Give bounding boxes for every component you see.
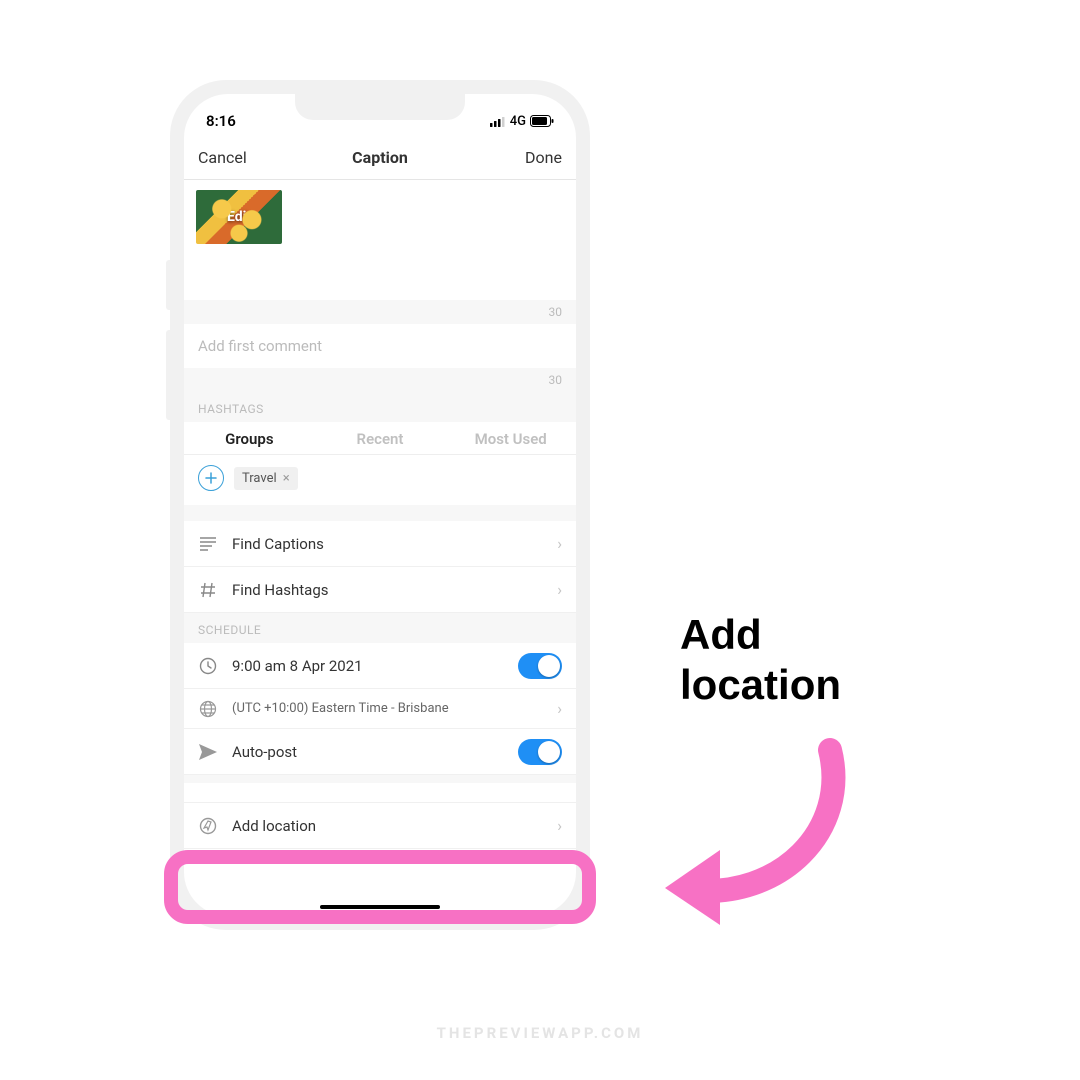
tab-most-used[interactable]: Most Used (445, 430, 576, 448)
chevron-right-icon: › (557, 580, 562, 599)
chip-label: Travel (242, 471, 277, 486)
caption-counter: 30 (184, 300, 576, 324)
find-hashtags-label: Find Hashtags (232, 581, 543, 599)
edit-overlay: Edit (196, 190, 282, 244)
status-right: 4G (490, 114, 554, 129)
cancel-button[interactable]: Cancel (198, 148, 268, 167)
phone-frame: 8:16 4G Cancel Caption Done Edit 30 Add … (170, 80, 590, 930)
timezone-label: (UTC +10:00) Eastern Time - Brisbane (232, 701, 543, 716)
arrow-icon (650, 730, 870, 940)
list-icon (198, 537, 218, 551)
location-icon (198, 817, 218, 835)
schedule-time-label: 9:00 am 8 Apr 2021 (232, 657, 504, 675)
comment-counter: 30 (184, 368, 576, 392)
globe-icon (198, 700, 218, 718)
callout-line2: location (680, 660, 841, 710)
network-label: 4G (510, 114, 526, 129)
nav-bar: Cancel Caption Done (184, 136, 576, 180)
page-title: Caption (352, 148, 408, 167)
add-location-label: Add location (232, 817, 543, 835)
spacer (184, 505, 576, 521)
add-hashtag-button[interactable] (198, 465, 224, 491)
callout-text: Add location (680, 610, 841, 711)
find-captions-row[interactable]: Find Captions › (184, 521, 576, 567)
chevron-right-icon: › (557, 816, 562, 835)
hashtag-tabs: Groups Recent Most Used (184, 422, 576, 455)
timezone-row[interactable]: (UTC +10:00) Eastern Time - Brisbane › (184, 689, 576, 729)
send-icon (198, 744, 218, 760)
phone-notch (295, 94, 465, 120)
signal-icon (490, 116, 506, 127)
chip-remove-icon[interactable]: × (283, 471, 290, 486)
chevron-right-icon: › (557, 699, 562, 718)
autopost-toggle[interactable] (518, 739, 562, 765)
hidden-row (184, 783, 576, 803)
watermark: THEPREVIEWAPP.COM (0, 1024, 1080, 1042)
add-location-row[interactable]: Add location › (184, 803, 576, 849)
screen: 8:16 4G Cancel Caption Done Edit 30 Add … (184, 94, 576, 916)
hashtag-chips: Travel × (184, 455, 576, 505)
spacer (184, 775, 576, 783)
done-button[interactable]: Done (492, 148, 562, 167)
chevron-right-icon: › (557, 534, 562, 553)
caption-area[interactable]: Edit (184, 180, 576, 300)
hashtags-header: HASHTAGS (184, 392, 576, 422)
schedule-time-row[interactable]: 9:00 am 8 Apr 2021 (184, 643, 576, 689)
first-comment-input[interactable]: Add first comment (184, 324, 576, 368)
schedule-toggle[interactable] (518, 653, 562, 679)
tab-groups[interactable]: Groups (184, 430, 315, 448)
plus-icon (205, 472, 217, 484)
schedule-header: SCHEDULE (184, 613, 576, 643)
autopost-row[interactable]: Auto-post (184, 729, 576, 775)
home-indicator[interactable] (320, 905, 440, 909)
status-time: 8:16 (206, 112, 236, 130)
tab-recent[interactable]: Recent (315, 430, 446, 448)
autopost-label: Auto-post (232, 743, 504, 761)
hash-icon (198, 582, 218, 598)
post-thumbnail[interactable]: Edit (196, 190, 282, 244)
clock-icon (198, 657, 218, 675)
battery-icon (530, 115, 554, 127)
chip-travel[interactable]: Travel × (234, 467, 298, 490)
callout-line1: Add (680, 610, 841, 660)
first-comment-placeholder: Add first comment (198, 337, 322, 355)
find-hashtags-row[interactable]: Find Hashtags › (184, 567, 576, 613)
find-captions-label: Find Captions (232, 535, 543, 553)
